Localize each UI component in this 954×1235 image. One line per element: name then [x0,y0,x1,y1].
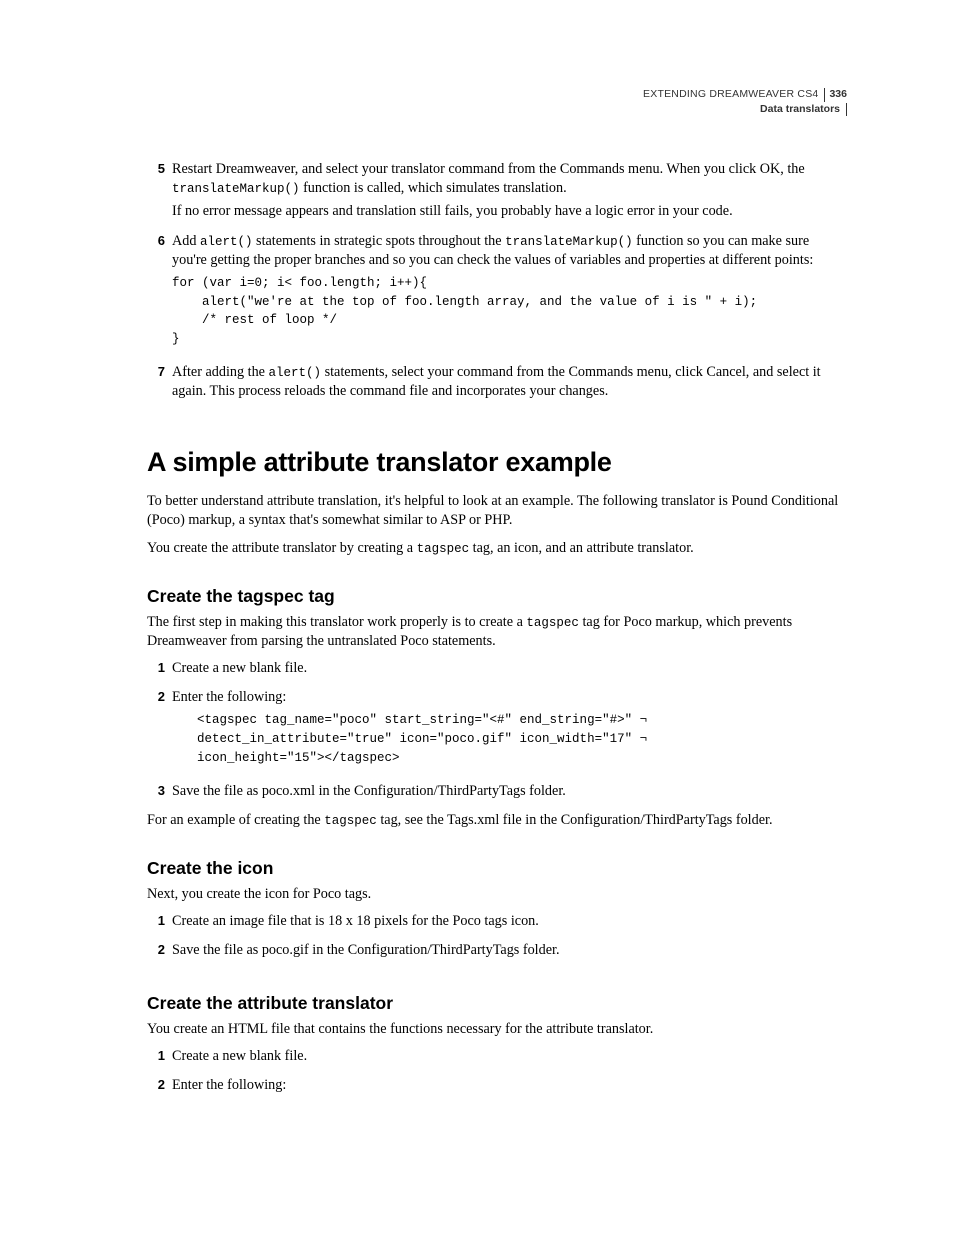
page-number: 336 [825,88,847,100]
body-paragraph: For an example of creating the tagspec t… [147,811,847,830]
section-name: Data translators [760,103,847,117]
list-item: 2 Save the file as poco.gif in the Confi… [172,941,847,964]
step-number: 2 [147,1076,165,1099]
step-number: 6 [147,232,165,357]
body-paragraph: You create an HTML file that contains th… [147,1020,847,1039]
step-number: 2 [147,688,165,775]
body-paragraph: You create the attribute translator by c… [147,539,847,558]
code-inline: translateMarkup() [505,235,633,249]
body-paragraph: To better understand attribute translati… [147,492,847,530]
code-inline: tagspec [417,542,470,556]
step-text: Add alert() statements in strategic spot… [172,232,847,270]
step-text: Restart Dreamweaver, and select your tra… [172,160,847,198]
step-text: Create an image file that is 18 x 18 pix… [172,912,847,931]
step-number: 7 [147,363,165,405]
step-number: 1 [147,659,165,682]
list-item: 1 Create an image file that is 18 x 18 p… [172,912,847,935]
list-item: 1 Create a new blank file. [172,659,847,682]
step-number: 5 [147,160,165,226]
step-text: Create a new blank file. [172,1047,847,1066]
step-number: 1 [147,1047,165,1070]
code-inline: alert() [269,366,322,380]
step-text: Save the file as poco.gif in the Configu… [172,941,847,960]
page-content: 5 Restart Dreamweaver, and select your t… [147,160,847,1099]
subsection-heading: Create the attribute translator [147,993,847,1014]
list-item: 2 Enter the following: [172,1076,847,1099]
step-text: If no error message appears and translat… [172,202,847,221]
code-block: for (var i=0; i< foo.length; i++){ alert… [172,274,847,349]
body-paragraph: Next, you create the icon for Poco tags. [147,885,847,904]
code-inline: translateMarkup() [172,182,300,196]
doc-title: EXTENDING DREAMWEAVER CS4 [643,88,818,100]
step-number: 1 [147,912,165,935]
step-text: Enter the following: [172,688,847,707]
section-heading: A simple attribute translator example [147,447,847,478]
running-header: EXTENDING DREAMWEAVER CS4 336 Data transl… [643,88,847,116]
step-text: After adding the alert() statements, sel… [172,363,847,401]
code-block: <tagspec tag_name="poco" start_string="<… [197,711,847,767]
list-item: 1 Create a new blank file. [172,1047,847,1070]
code-inline: tagspec [526,616,579,630]
list-item: 3 Save the file as poco.xml in the Confi… [172,782,847,805]
step-text: Save the file as poco.xml in the Configu… [172,782,847,801]
body-paragraph: The first step in making this translator… [147,613,847,651]
step-text: Create a new blank file. [172,659,847,678]
step-6: 6 Add alert() statements in strategic sp… [172,232,847,357]
step-7: 7 After adding the alert() statements, s… [172,363,847,405]
step-number: 3 [147,782,165,805]
step-number: 2 [147,941,165,964]
step-text: Enter the following: [172,1076,847,1095]
list-item: 2 Enter the following: <tagspec tag_name… [172,688,847,775]
code-inline: alert() [200,235,253,249]
subsection-heading: Create the icon [147,858,847,879]
code-inline: tagspec [324,814,377,828]
step-5: 5 Restart Dreamweaver, and select your t… [172,160,847,226]
subsection-heading: Create the tagspec tag [147,586,847,607]
